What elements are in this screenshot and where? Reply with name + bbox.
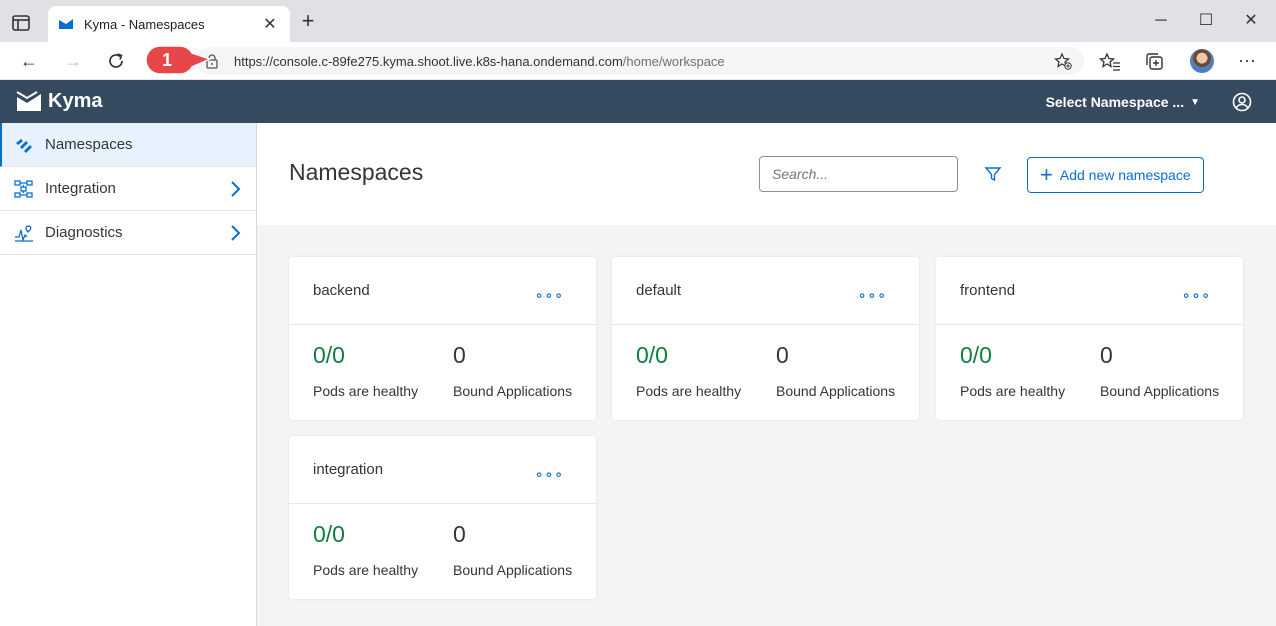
namespace-select[interactable]: Select Namespace ... ▼ [1046, 94, 1200, 110]
chevron-right-icon [231, 181, 241, 197]
sidebar-item-label: Diagnostics [45, 224, 123, 241]
sidebar-item-diagnostics[interactable]: Diagnostics [0, 211, 256, 255]
side-navigation: Namespaces Integration Diagnostics [0, 123, 257, 626]
tab-title: Kyma - Namespaces [84, 16, 205, 32]
plus-icon: + [1040, 162, 1053, 187]
back-icon[interactable]: ← [16, 49, 42, 73]
apps-label: Bound Applications [776, 383, 896, 399]
app-logo[interactable]: Kyma [16, 90, 102, 113]
integration-icon [14, 179, 33, 198]
browser-profile-avatar[interactable] [1190, 49, 1214, 73]
collections-icon[interactable] [1144, 51, 1166, 73]
apps-value: 0 [776, 342, 789, 368]
app-name: Kyma [48, 90, 103, 112]
apps-stat: 0 Bound Applications [453, 342, 572, 399]
more-actions-icon[interactable]: ∘∘∘ [535, 287, 564, 304]
apps-label: Bound Applications [453, 383, 573, 399]
sidebar-item-namespaces[interactable]: Namespaces [0, 123, 256, 167]
filter-icon[interactable] [984, 165, 1002, 183]
apps-value: 0 [453, 342, 466, 368]
pods-value: 0/0 [960, 342, 992, 368]
namespace-name: backend [313, 282, 370, 299]
user-account-icon[interactable] [1232, 92, 1252, 112]
pods-label: Pods are healthy [313, 562, 419, 578]
apps-stat: 0 Bound Applications [453, 521, 572, 578]
namespace-name: default [636, 282, 682, 299]
minimize-icon[interactable]: ─ [1149, 10, 1173, 32]
sidebar-item-integration[interactable]: Integration [0, 167, 256, 211]
page-header: Namespaces + Add new namespace [257, 123, 1276, 225]
pods-stat: 0/0 Pods are healthy [960, 342, 1065, 399]
new-tab-icon[interactable]: + [296, 10, 320, 34]
page-title: Namespaces [289, 159, 424, 185]
pods-label: Pods are healthy [313, 383, 419, 399]
apps-value: 0 [453, 521, 466, 547]
apps-stat: 0 Bound Applications [776, 342, 895, 399]
kyma-logo-icon [16, 90, 41, 111]
more-actions-icon[interactable]: ∘∘∘ [858, 287, 887, 304]
pods-stat: 0/0 Pods are healthy [313, 342, 418, 399]
more-actions-icon[interactable]: ∘∘∘ [535, 466, 564, 483]
browser-tab[interactable]: Kyma - Namespaces ✕ [48, 6, 290, 42]
chevron-right-icon [231, 225, 241, 241]
card-header: default ∘∘∘ [612, 257, 919, 325]
more-actions-icon[interactable]: ∘∘∘ [1182, 287, 1211, 304]
apps-label: Bound Applications [453, 562, 573, 578]
add-namespace-label: Add new namespace [1059, 167, 1191, 183]
pods-label: Pods are healthy [960, 383, 1066, 399]
pods-value: 0/0 [636, 342, 668, 368]
address-bar[interactable]: https://console.c-89fe275.kyma.shoot.liv… [196, 47, 1084, 75]
search-input[interactable] [759, 156, 958, 192]
namespace-card-backend[interactable]: backend ∘∘∘ 0/0 Pods are healthy 0 Bound… [289, 257, 596, 420]
close-tab-icon[interactable]: ✕ [260, 14, 280, 34]
kyma-favicon-icon [59, 19, 73, 29]
browser-tab-bar: Kyma - Namespaces ✕ + ─ ☐ ✕ [0, 0, 1276, 42]
sidebar-item-label: Namespaces [45, 136, 133, 153]
pods-value: 0/0 [313, 521, 345, 547]
pods-value: 0/0 [313, 342, 345, 368]
forward-icon[interactable]: → [60, 49, 86, 73]
namespace-card-default[interactable]: default ∘∘∘ 0/0 Pods are healthy 0 Bound… [612, 257, 919, 420]
apps-label: Bound Applications [1100, 383, 1220, 399]
card-header: frontend ∘∘∘ [936, 257, 1243, 325]
callout-number: 1 [161, 50, 172, 70]
favorites-icon[interactable] [1099, 51, 1121, 73]
namespace-card-frontend[interactable]: frontend ∘∘∘ 0/0 Pods are healthy 0 Boun… [936, 257, 1243, 420]
refresh-icon[interactable] [105, 50, 127, 72]
pods-label: Pods are healthy [636, 383, 742, 399]
card-header: integration ∘∘∘ [289, 436, 596, 504]
app-shellbar: Kyma Select Namespace ... ▼ [0, 80, 1276, 123]
add-namespace-button[interactable]: + Add new namespace [1027, 157, 1204, 193]
sidebar-item-label: Integration [45, 180, 116, 197]
main-content: Namespaces + Add new namespace backend ∘… [257, 123, 1276, 626]
apps-stat: 0 Bound Applications [1100, 342, 1219, 399]
tab-actions-icon[interactable] [10, 12, 32, 34]
more-options-icon[interactable]: ··· [1236, 51, 1258, 73]
pods-stat: 0/0 Pods are healthy [313, 521, 418, 578]
caret-down-icon: ▼ [1190, 97, 1200, 108]
add-favorite-icon[interactable] [1054, 52, 1072, 70]
namespaces-icon [16, 138, 32, 153]
namespace-name: frontend [960, 282, 1016, 299]
url-base: https://console.c-89fe275.kyma.shoot.liv… [234, 53, 623, 69]
url-text: https://console.c-89fe275.kyma.shoot.liv… [234, 54, 725, 69]
close-window-icon[interactable]: ✕ [1239, 10, 1263, 32]
apps-value: 0 [1100, 342, 1113, 368]
namespace-name: integration [313, 461, 384, 478]
diagnostics-icon [15, 225, 33, 242]
card-header: backend ∘∘∘ [289, 257, 596, 325]
pods-stat: 0/0 Pods are healthy [636, 342, 741, 399]
url-path: /home/workspace [622, 53, 725, 69]
namespace-select-label: Select Namespace ... [1045, 94, 1185, 110]
namespace-card-integration[interactable]: integration ∘∘∘ 0/0 Pods are healthy 0 B… [289, 436, 596, 599]
maximize-icon[interactable]: ☐ [1194, 10, 1218, 32]
